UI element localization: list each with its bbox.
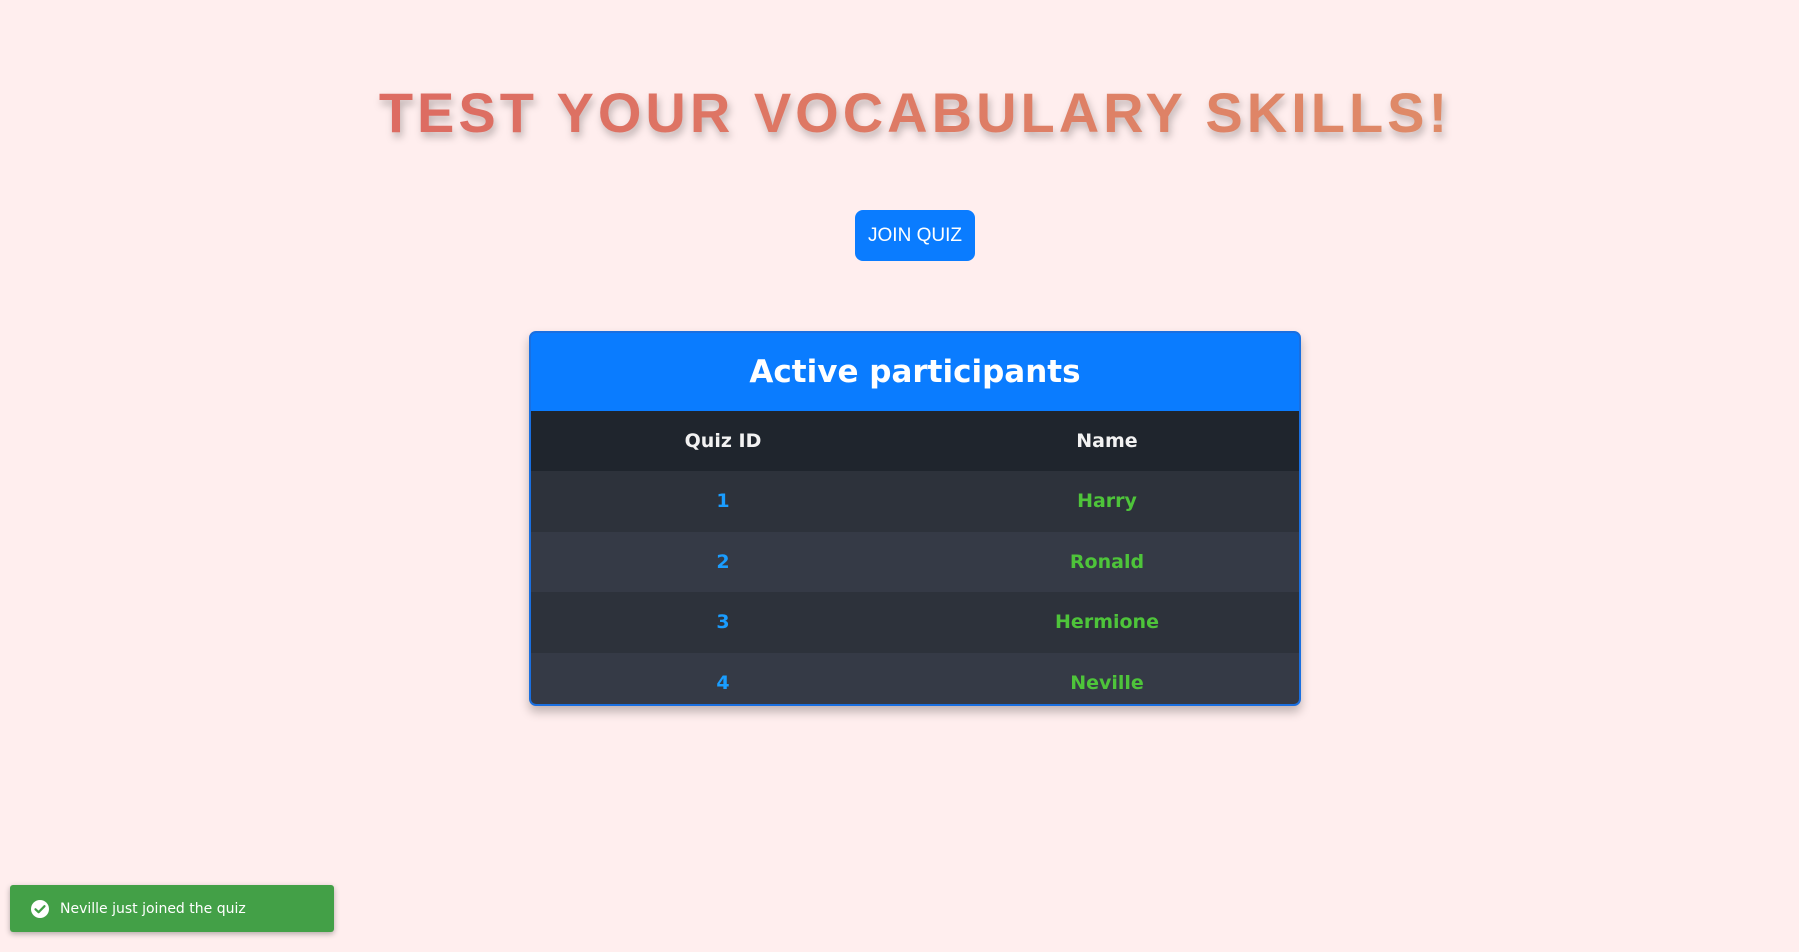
participants-title: Active participants <box>749 354 1081 390</box>
participant-name-cell: Ronald <box>915 531 1299 592</box>
join-quiz-button[interactable]: JOIN QUIZ <box>855 210 975 261</box>
participant-name-cell: Neville <box>915 652 1299 704</box>
quiz-id-cell: 4 <box>531 652 915 704</box>
participant-name-cell: Hermione <box>915 592 1299 653</box>
table-row: 3 Hermione <box>531 592 1299 653</box>
participants-panel: Active participants Quiz ID Name 1 Harry… <box>529 331 1301 706</box>
toast-message: Neville just joined the quiz <box>60 900 246 917</box>
table-header-row: Quiz ID Name <box>531 411 1299 471</box>
quiz-id-cell: 3 <box>531 592 915 653</box>
check-circle-icon <box>30 899 50 919</box>
join-notification-toast[interactable]: Neville just joined the quiz <box>10 885 334 932</box>
quiz-id-cell: 2 <box>531 531 915 592</box>
quiz-id-cell: 1 <box>531 471 915 532</box>
participants-table: Quiz ID Name 1 Harry 2 Ronald 3 Hermione… <box>531 411 1299 704</box>
page-title: TEST YOUR VOCABULARY SKILLS! <box>0 78 1799 148</box>
table-row: 2 Ronald <box>531 531 1299 592</box>
table-row: 1 Harry <box>531 471 1299 532</box>
table-row: 4 Neville <box>531 652 1299 704</box>
column-header-name: Name <box>915 411 1299 471</box>
participant-name-cell: Harry <box>915 471 1299 532</box>
column-header-quiz-id: Quiz ID <box>531 411 915 471</box>
